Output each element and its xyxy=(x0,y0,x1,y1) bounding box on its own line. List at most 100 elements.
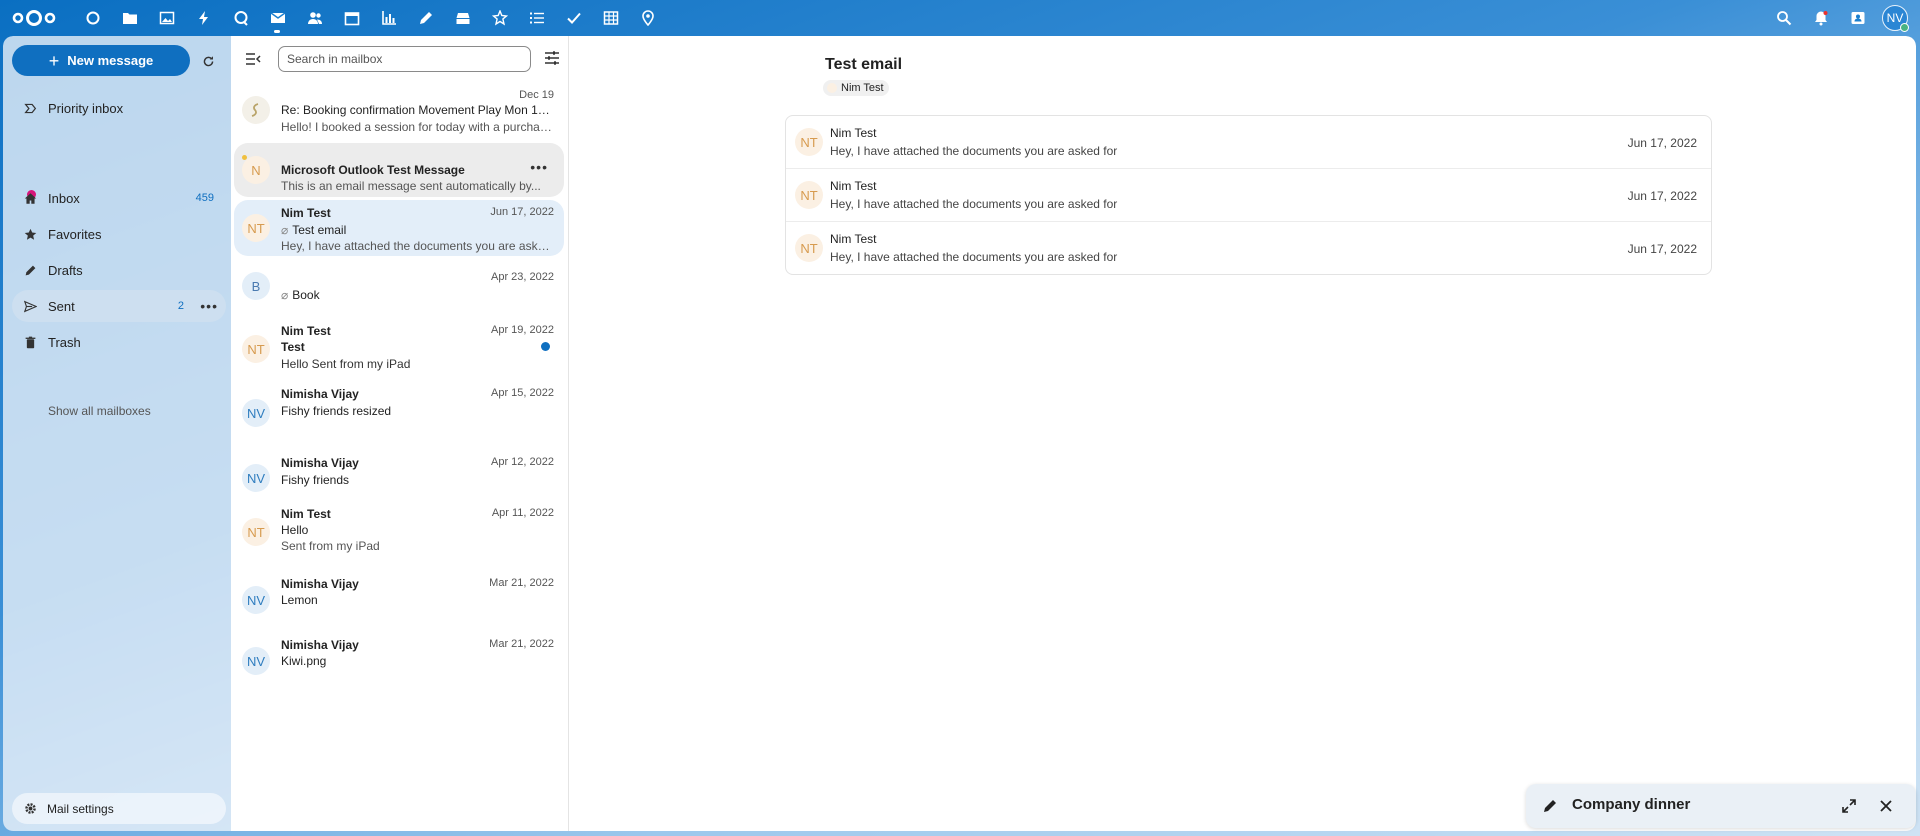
sidebar-item-sent[interactable]: Sent 2 ••• xyxy=(12,290,226,322)
list-item[interactable]: NT Nim Test Jun 17, 2022 ⌀ Test email Hey… xyxy=(234,200,564,256)
thread-message[interactable]: NT Nim Test Hey, I have attached the doc… xyxy=(786,116,1711,169)
refresh-icon[interactable] xyxy=(197,50,219,72)
mail-date: Apr 12, 2022 xyxy=(491,456,554,468)
mail-subject: Hello xyxy=(281,523,309,537)
deck-icon[interactable] xyxy=(444,0,481,36)
sender-avatar: NV xyxy=(242,586,270,614)
mail-preview: Sent from my iPad xyxy=(281,539,380,553)
thread-message[interactable]: NT Nim Test Hey, I have attached the doc… xyxy=(786,169,1711,222)
sidebar-item-label: Favorites xyxy=(48,226,102,242)
photos-icon[interactable] xyxy=(148,0,185,36)
mail-icon[interactable] xyxy=(259,0,296,36)
mail-subject: ⌀ Book xyxy=(281,288,556,302)
pencil-icon xyxy=(23,263,37,277)
trash-icon xyxy=(23,335,37,349)
dashboard-icon[interactable] xyxy=(74,0,111,36)
mail-date: Apr 15, 2022 xyxy=(491,387,554,399)
participant-chip[interactable]: Nim Test xyxy=(823,80,889,96)
show-all-mailboxes-link[interactable]: Show all mailboxes xyxy=(48,404,151,418)
composer-title: Company dinner xyxy=(1572,796,1691,813)
home-icon xyxy=(23,191,37,205)
collectives-icon[interactable] xyxy=(481,0,518,36)
list-item[interactable]: NV Nimisha Vijay Apr 15, 2022 Fishy frie… xyxy=(234,381,564,447)
pencil-icon xyxy=(1544,800,1556,812)
message-date: Jun 17, 2022 xyxy=(1627,136,1697,150)
mail-subject: Fishy friends xyxy=(281,473,350,487)
mail-subject: Kiwi.png xyxy=(281,654,327,668)
thread-message[interactable]: NT Nim Test Hey, I have attached the doc… xyxy=(786,222,1711,275)
message-preview: Hey, I have attached the documents you a… xyxy=(830,250,1118,264)
mail-subject-text: Test email xyxy=(292,223,347,237)
mail-subject: Test xyxy=(281,340,305,354)
sender-avatar: NT xyxy=(242,214,270,242)
list-item[interactable]: Dec 19 Re: Booking confirmation Movement… xyxy=(234,82,564,140)
sent-count: 2 xyxy=(177,300,184,312)
talk-icon[interactable] xyxy=(222,0,259,36)
user-avatar[interactable]: NV xyxy=(1882,5,1909,32)
files-icon[interactable] xyxy=(111,0,148,36)
new-message-button[interactable]: + New message xyxy=(12,45,190,76)
sender-avatar: NV xyxy=(242,399,270,427)
list-item[interactable]: NT Nim Test Apr 11, 2022 Hello Sent from… xyxy=(234,502,564,562)
message-list: Dec 19 Re: Booking confirmation Movement… xyxy=(231,36,569,831)
sender-avatar: NT xyxy=(242,518,270,546)
tasks-icon[interactable] xyxy=(518,0,555,36)
paperclip-icon: ⌀ xyxy=(281,223,289,237)
search-input[interactable] xyxy=(278,46,531,72)
more-options-icon[interactable]: ••• xyxy=(530,159,548,175)
sidebar-item-drafts[interactable]: Drafts xyxy=(12,254,226,286)
minimized-composer[interactable]: Company dinner xyxy=(1526,784,1916,828)
list-item[interactable]: NT Nim Test Apr 19, 2022 Test Hello Sent… xyxy=(234,319,564,379)
sidebar-item-label: Trash xyxy=(48,334,81,350)
sidebar-item-label: Priority inbox xyxy=(48,100,124,116)
notes-icon[interactable] xyxy=(407,0,444,36)
list-item[interactable]: NV Nimisha Vijay Apr 12, 2022 Fishy frie… xyxy=(234,450,564,500)
mail-subject: Microsoft Outlook Test Message xyxy=(281,163,465,177)
sidebar-item-priority-inbox[interactable]: Priority inbox xyxy=(12,92,226,124)
list-item[interactable]: NV Nimisha Vijay Mar 21, 2022 Lemon xyxy=(234,572,564,628)
app-frame: + New message Priority inbox Inbox 459 F… xyxy=(3,36,1916,831)
mail-date: Jun 17, 2022 xyxy=(490,206,554,218)
analytics-icon[interactable] xyxy=(370,0,407,36)
mail-sender: Nimisha Vijay xyxy=(281,387,359,401)
filter-icon[interactable] xyxy=(544,50,560,66)
activity-icon[interactable] xyxy=(185,0,222,36)
mail-date: Mar 21, 2022 xyxy=(489,638,554,650)
mail-date: Mar 21, 2022 xyxy=(489,577,554,589)
toggle-sidebar-icon[interactable] xyxy=(245,51,261,67)
tables-icon[interactable] xyxy=(592,0,629,36)
mail-date: Apr 23, 2022 xyxy=(491,271,554,283)
close-icon[interactable] xyxy=(1878,798,1894,814)
checkmark-icon[interactable] xyxy=(555,0,592,36)
unread-indicator[interactable] xyxy=(541,342,550,351)
mail-subject-text: Book xyxy=(292,288,320,302)
sidebar-item-trash[interactable]: Trash xyxy=(12,326,226,358)
more-options-icon[interactable]: ••• xyxy=(200,298,218,314)
expand-icon[interactable] xyxy=(1841,798,1857,814)
nextcloud-logo-icon[interactable] xyxy=(10,8,58,28)
send-icon xyxy=(23,299,37,313)
maps-icon[interactable] xyxy=(629,0,666,36)
sender-avatar: NV xyxy=(242,647,270,675)
contacts-icon[interactable] xyxy=(296,0,333,36)
star-icon xyxy=(23,227,37,241)
list-item[interactable]: N Microsoft Outlook Test Message ••• Thi… xyxy=(234,143,564,197)
list-item[interactable]: B Apr 23, 2022 ⌀ Book xyxy=(234,258,564,316)
sender-avatar: NT xyxy=(795,181,823,209)
sender-avatar: N xyxy=(242,156,270,184)
search-icon[interactable] xyxy=(1765,0,1802,36)
list-item[interactable]: NV Nimisha Vijay Mar 21, 2022 Kiwi.png xyxy=(234,633,564,689)
mail-subject: Fishy friends resized xyxy=(281,404,392,418)
calendar-icon[interactable] xyxy=(333,0,370,36)
message-sender: Nim Test xyxy=(830,126,877,140)
notifications-bell-icon[interactable] xyxy=(1802,0,1839,36)
message-date: Jun 17, 2022 xyxy=(1627,189,1697,203)
sender-avatar: B xyxy=(242,272,270,300)
sidebar-item-favorites[interactable]: Favorites xyxy=(12,218,226,250)
sender-avatar: NV xyxy=(242,464,270,492)
new-message-label: New message xyxy=(67,53,154,68)
mail-settings-button[interactable]: Mail settings xyxy=(12,793,226,824)
mail-date: Apr 19, 2022 xyxy=(491,324,554,336)
contacts-menu-icon[interactable] xyxy=(1839,0,1876,36)
sidebar-item-inbox[interactable]: Inbox 459 xyxy=(12,182,226,214)
